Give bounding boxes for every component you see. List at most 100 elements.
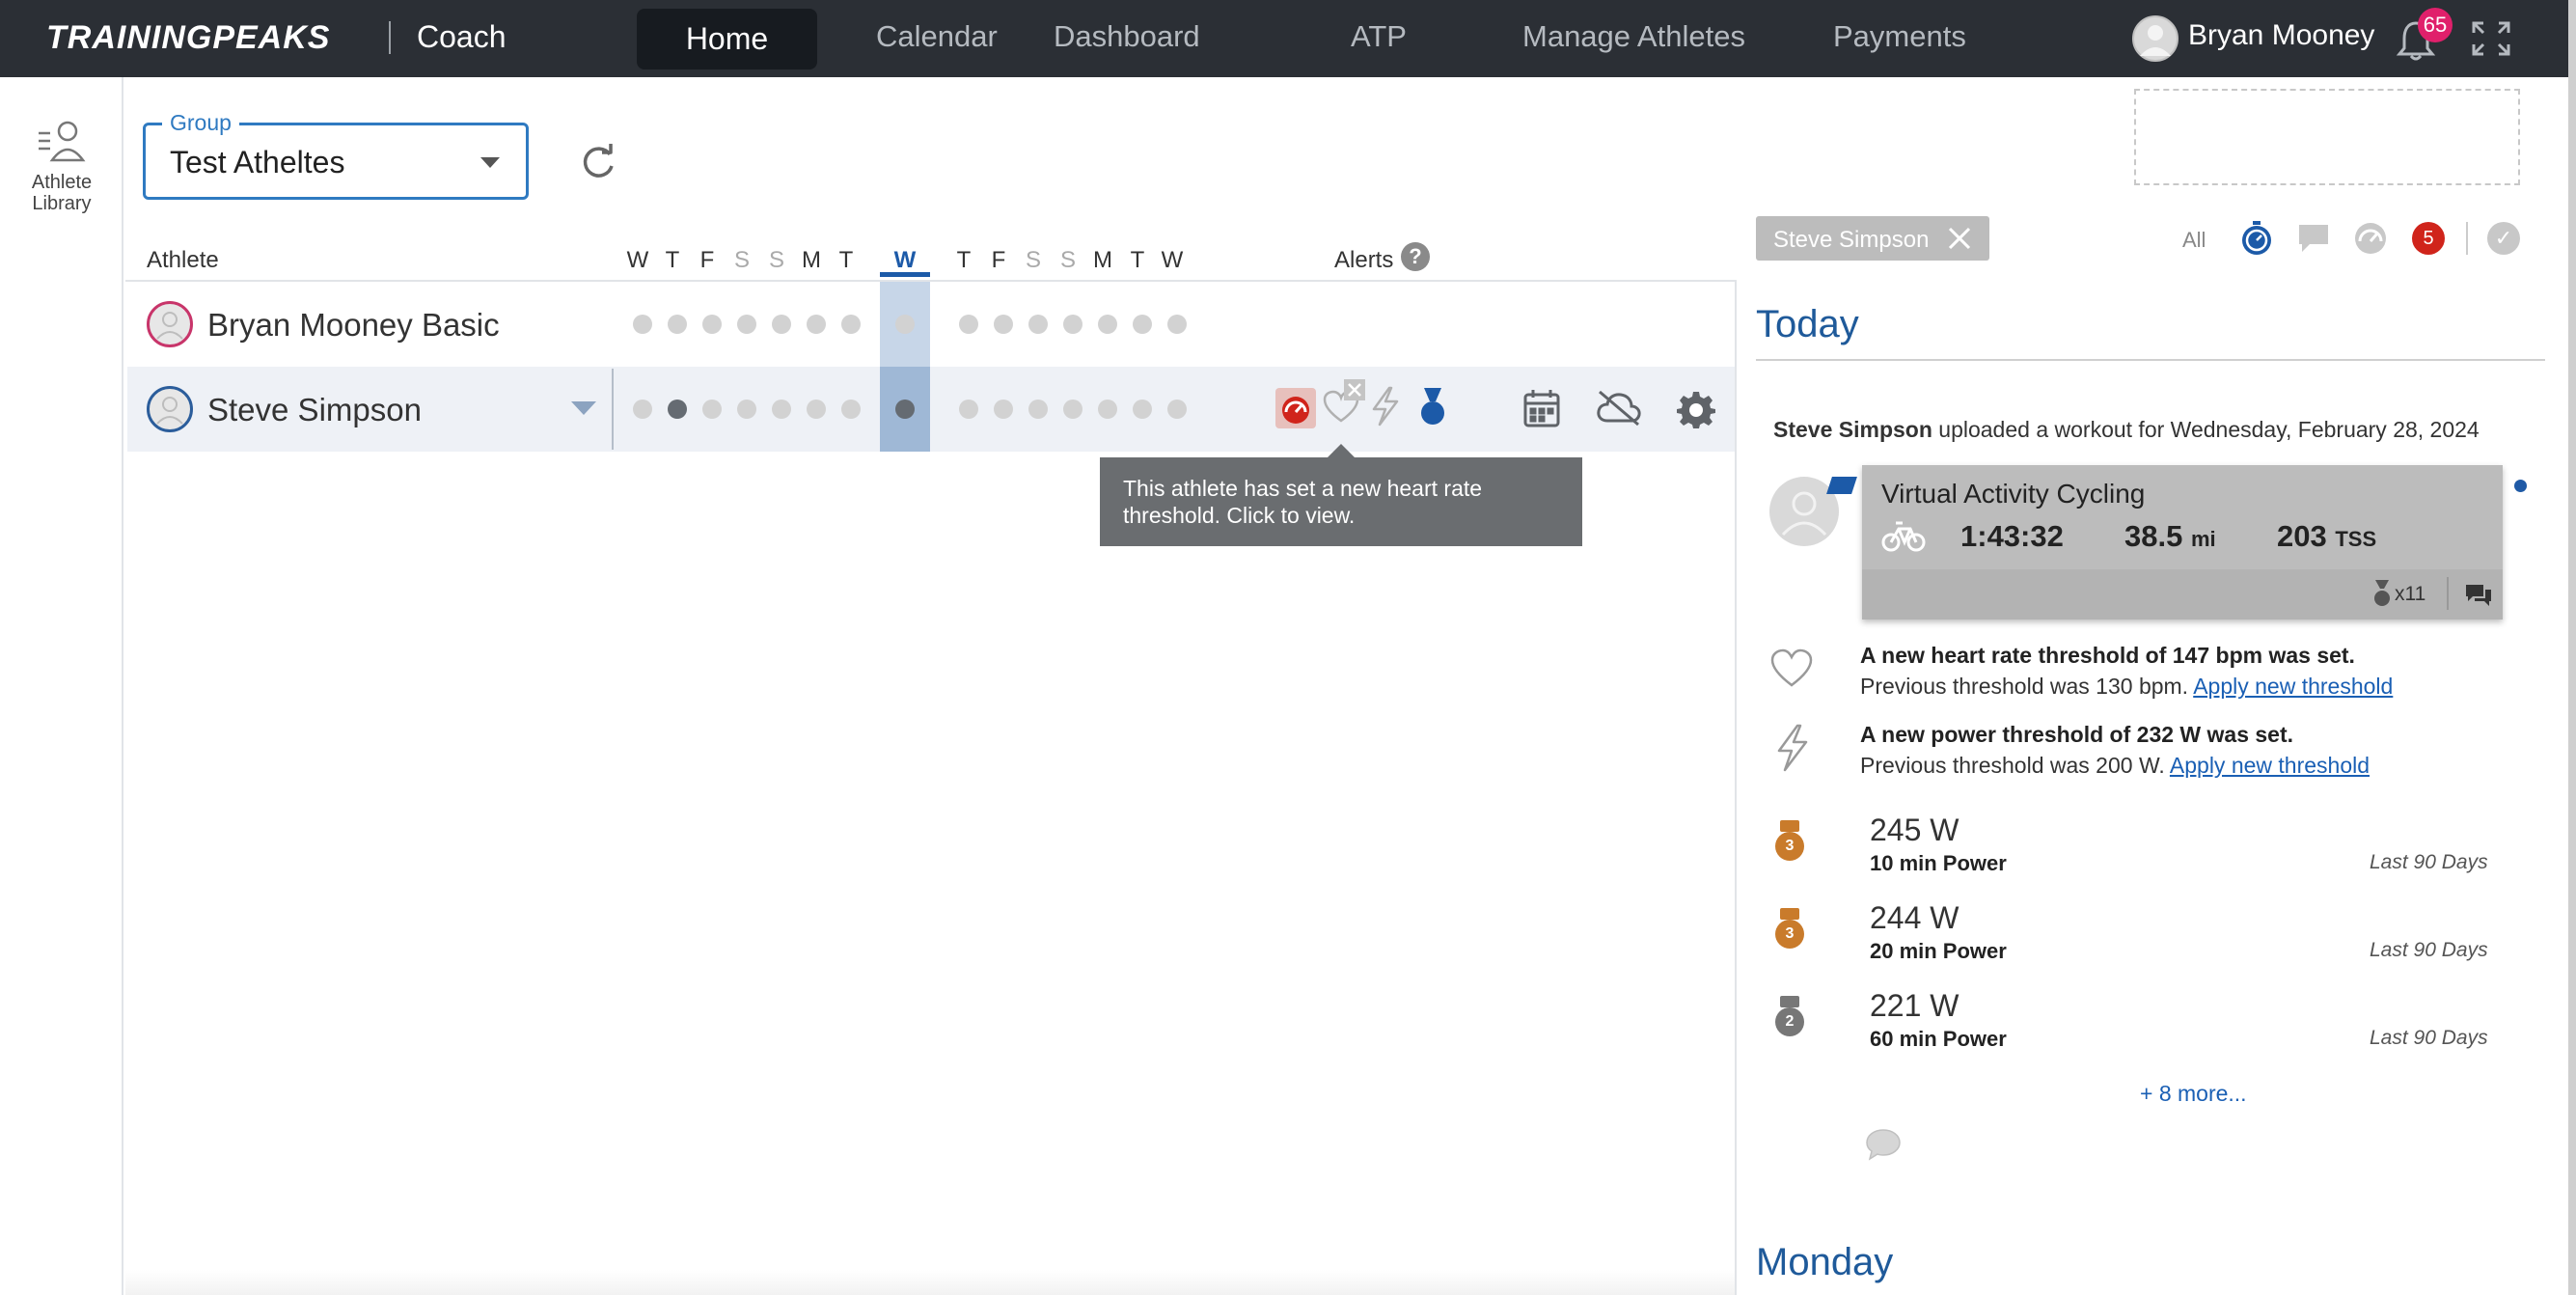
week-day-dot[interactable] (1098, 315, 1117, 334)
athlete-avatar[interactable] (147, 301, 193, 347)
week-day-dot[interactable] (737, 315, 756, 334)
bronze-medal-icon: 3 (1775, 832, 1804, 861)
pr-value: 221 W (1870, 988, 1959, 1024)
week-day-dot[interactable] (959, 315, 978, 334)
nav-dashboard[interactable]: Dashboard (1054, 19, 1200, 54)
bike-icon (1881, 519, 1926, 557)
close-icon[interactable] (1945, 224, 1974, 258)
gauge-filter-icon[interactable] (2352, 220, 2389, 262)
upload-description: uploaded a workout for Wednesday, Februa… (1932, 417, 2480, 442)
athlete-library-label[interactable]: Athlete Library (10, 172, 114, 214)
feed-day-title: Monday (1756, 1241, 1894, 1283)
apply-power-threshold-link[interactable]: Apply new threshold (2170, 753, 2370, 778)
week-day-dot[interactable] (1098, 400, 1117, 419)
check-filter-icon[interactable]: ✓ (2487, 222, 2520, 255)
stopwatch-filter-icon[interactable] (2238, 220, 2275, 262)
expand-icon[interactable] (2470, 19, 2512, 63)
day-header: T (1130, 247, 1145, 273)
day-header: T (665, 247, 680, 273)
apply-hr-threshold-link[interactable]: Apply new threshold (2193, 674, 2393, 699)
week-day-dot[interactable] (994, 400, 1013, 419)
week-day-dot[interactable] (1167, 400, 1187, 419)
day-header: S (768, 247, 784, 273)
pr-number: 245 (1870, 813, 1922, 847)
unread-indicator (2514, 480, 2527, 492)
week-day-dot[interactable] (702, 315, 722, 334)
tss-unit: TSS (2335, 527, 2377, 551)
help-icon[interactable]: ? (1401, 242, 1430, 271)
athlete-avatar[interactable] (147, 386, 193, 432)
panel-divider (1735, 280, 1737, 1295)
filter-all[interactable]: All (2182, 228, 2206, 253)
week-day-dot[interactable] (841, 400, 861, 419)
athlete-name[interactable]: Steve Simpson (207, 392, 422, 428)
week-day-dot[interactable] (668, 315, 687, 334)
notification-badge[interactable]: 65 (2418, 8, 2453, 42)
week-day-dot[interactable] (1028, 400, 1048, 419)
group-select-value[interactable]: Test Atheltes (170, 145, 344, 180)
pr-value: 244 W (1870, 900, 1959, 936)
workout-title[interactable]: Virtual Activity Cycling (1881, 479, 2145, 510)
user-name[interactable]: Bryan Mooney (2188, 19, 2374, 52)
nav-atp[interactable]: ATP (1351, 19, 1407, 54)
more-records-link[interactable]: + 8 more... (2140, 1081, 2247, 1107)
pr-label: 60 min Power (1870, 1027, 2007, 1051)
week-day-dot[interactable] (959, 400, 978, 419)
refresh-icon[interactable] (577, 141, 619, 188)
pr-label: 20 min Power (1870, 939, 2007, 963)
dismiss-alert-icon[interactable] (1343, 378, 1366, 406)
week-day-dot[interactable] (772, 400, 791, 419)
upload-athlete[interactable]: Steve Simpson (1773, 417, 1932, 442)
week-day-dot[interactable] (1063, 400, 1082, 419)
week-day-dot[interactable] (1028, 315, 1048, 334)
week-day-dot[interactable] (633, 315, 652, 334)
nav-home[interactable]: Home (637, 9, 817, 69)
nav-manage-athletes[interactable]: Manage Athletes (1522, 19, 1745, 54)
hr-previous-text: Previous threshold was 130 bpm. (1860, 674, 2194, 699)
chevron-down-icon[interactable] (480, 157, 500, 168)
speedometer-alert-icon[interactable] (1275, 388, 1316, 433)
day-header: F (699, 247, 715, 273)
gear-icon[interactable] (1677, 390, 1715, 433)
pr-unit: W (1930, 900, 1959, 935)
week-day-dot[interactable] (1167, 315, 1187, 334)
day-header: M (1093, 247, 1112, 273)
brand-logo[interactable]: TRAININGPEAKS (46, 19, 330, 57)
medal-icon[interactable] (1418, 386, 1447, 433)
athlete-column-header[interactable]: Athlete (147, 247, 219, 274)
week-day-dot[interactable] (737, 400, 756, 419)
user-avatar[interactable] (2132, 15, 2179, 62)
week-day-dot[interactable] (1133, 315, 1152, 334)
row-expand-caret[interactable] (571, 401, 596, 415)
alert-count-badge[interactable]: 5 (2412, 222, 2445, 255)
comments-icon[interactable] (2464, 583, 2493, 613)
week-day-dot[interactable] (1133, 400, 1152, 419)
bronze-medal-icon: 3 (1775, 920, 1804, 949)
week-day-dot[interactable] (702, 400, 722, 419)
pr-period: Last 90 Days (2370, 851, 2488, 873)
week-day-dot[interactable] (668, 400, 687, 419)
alerts-column-header: Alerts (1334, 247, 1394, 273)
nav-payments[interactable]: Payments (1833, 19, 1966, 54)
comment-filter-icon[interactable] (2296, 222, 2331, 260)
pr-period: Last 90 Days (2370, 939, 2488, 961)
lightning-icon[interactable] (1368, 386, 1403, 431)
calendar-icon[interactable] (1522, 388, 1561, 433)
cloud-off-icon[interactable] (1596, 390, 1642, 431)
workout-distance: 38.5 mi (2124, 519, 2216, 554)
week-day-dot[interactable] (1063, 315, 1082, 334)
week-day-dot[interactable] (772, 315, 791, 334)
add-comment-icon[interactable] (1864, 1127, 1903, 1167)
nav-calendar[interactable]: Calendar (876, 19, 998, 54)
pr-unit: W (1930, 988, 1959, 1023)
athlete-name[interactable]: Bryan Mooney Basic (207, 307, 500, 344)
week-day-dot[interactable] (633, 400, 652, 419)
week-day-dot[interactable] (807, 400, 826, 419)
week-day-dot[interactable] (895, 315, 915, 334)
week-day-dot[interactable] (841, 315, 861, 334)
week-day-dot[interactable] (895, 400, 915, 419)
week-day-dot[interactable] (807, 315, 826, 334)
week-day-dot[interactable] (994, 315, 1013, 334)
athlete-library-icon[interactable] (37, 118, 87, 169)
power-alert-previous: Previous threshold was 200 W. Apply new … (1860, 753, 2370, 779)
